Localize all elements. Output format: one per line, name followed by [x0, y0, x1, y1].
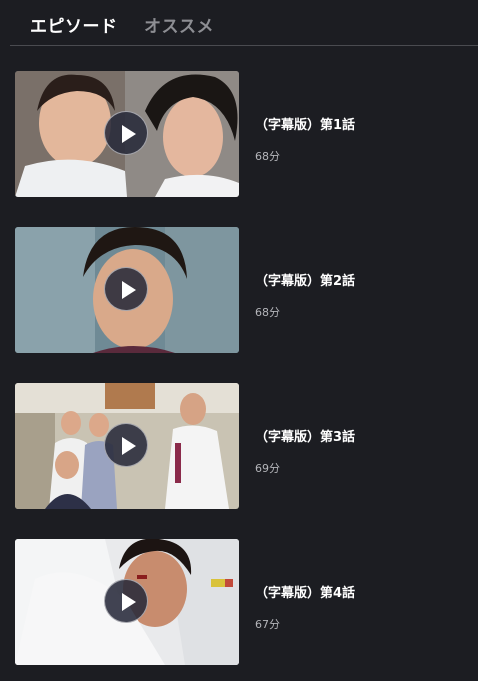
tab-bar: エピソード オススメ [10, 0, 478, 46]
episode-duration: 68分 [255, 150, 280, 163]
episode-thumbnail[interactable] [15, 227, 239, 353]
episode-thumbnail[interactable] [15, 539, 239, 665]
play-icon [122, 125, 136, 143]
episode-item[interactable]: （字幕版）第3話 69分 [15, 383, 478, 509]
episode-title[interactable]: （字幕版）第1話 [255, 114, 355, 133]
play-button[interactable] [104, 579, 148, 623]
episode-duration: 68分 [255, 306, 280, 319]
tab-recommended[interactable]: オススメ [144, 12, 214, 37]
play-button[interactable] [104, 267, 148, 311]
play-icon [122, 593, 136, 611]
episode-title[interactable]: （字幕版）第4話 [255, 582, 355, 601]
episode-duration: 69分 [255, 462, 280, 475]
episode-duration: 67分 [255, 618, 280, 631]
play-button[interactable] [104, 111, 148, 155]
play-button[interactable] [104, 423, 148, 467]
play-icon [122, 281, 136, 299]
tab-episodes[interactable]: エピソード [30, 12, 118, 37]
episode-title[interactable]: （字幕版）第3話 [255, 426, 355, 445]
episode-thumbnail[interactable] [15, 383, 239, 509]
episode-thumbnail[interactable] [15, 71, 239, 197]
episode-item[interactable]: （字幕版）第4話 67分 [15, 539, 478, 665]
episode-item[interactable]: （字幕版）第1話 68分 [15, 71, 478, 197]
play-icon [122, 437, 136, 455]
episode-item[interactable]: （字幕版）第2話 68分 [15, 227, 478, 353]
episode-title[interactable]: （字幕版）第2話 [255, 270, 355, 289]
